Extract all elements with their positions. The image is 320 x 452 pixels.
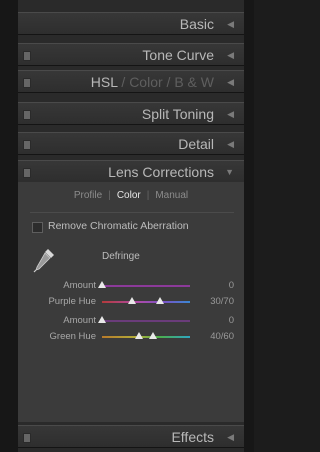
hsl-tab[interactable]: HSL: [91, 74, 118, 90]
triangle-left-icon: ◀: [227, 50, 234, 60]
bw-tab[interactable]: B & W: [174, 74, 214, 90]
panel-header-basic[interactable]: Basic ◀: [18, 12, 244, 35]
separator: /: [117, 74, 130, 90]
right-frame: [244, 0, 254, 452]
panel-title-tone-curve: Tone Curve: [142, 47, 214, 63]
tab-manual[interactable]: Manual: [149, 190, 194, 201]
panel-title-split-toning: Split Toning: [141, 106, 214, 122]
slider-knob[interactable]: [149, 332, 158, 339]
left-frame: [0, 0, 18, 452]
defringe-label: Defringe: [102, 251, 140, 262]
slider-row-green-amount: Amount 0: [18, 315, 244, 327]
triangle-left-icon: ◀: [227, 139, 234, 149]
divider: [30, 212, 234, 213]
panel-header-lens-corrections[interactable]: Lens Corrections ▼: [18, 160, 244, 183]
slider-value[interactable]: 40/60: [210, 331, 234, 342]
triangle-left-icon: ◀: [227, 19, 234, 29]
slider-label: Green Hue: [49, 331, 96, 342]
slider-value[interactable]: 30/70: [210, 296, 234, 307]
panel-title-effects: Effects: [171, 429, 214, 445]
green-hue-slider[interactable]: [102, 332, 190, 339]
triangle-down-icon: ▼: [225, 167, 234, 177]
lens-tabs: Profile | Color | Manual: [18, 190, 244, 208]
panel-switch-icon[interactable]: [23, 168, 31, 178]
slider-knob[interactable]: [156, 297, 165, 304]
purple-amount-slider[interactable]: [98, 281, 190, 288]
panel-header-hsl[interactable]: HSL / Color / B & W ◀: [18, 70, 244, 93]
lens-corrections-content: Profile | Color | Manual Remove Chromatic Ab…: [18, 182, 244, 422]
purple-hue-slider[interactable]: [102, 297, 190, 304]
triangle-left-icon: ◀: [227, 77, 234, 87]
panel-switch-icon[interactable]: [23, 51, 31, 61]
tab-profile[interactable]: Profile: [68, 190, 108, 201]
slider-value[interactable]: 0: [229, 280, 234, 291]
tab-color[interactable]: Color: [111, 190, 147, 201]
slider-label: Purple Hue: [48, 296, 96, 307]
panel-title-basic: Basic: [179, 16, 214, 32]
slider-knob[interactable]: [134, 332, 143, 339]
panel-header-effects[interactable]: Effects ◀: [18, 425, 244, 448]
triangle-left-icon: ◀: [227, 432, 234, 442]
panel-switch-icon[interactable]: [23, 433, 31, 443]
panel-switch-icon[interactable]: [23, 140, 31, 150]
slider-row-purple-amount: Amount 0: [18, 280, 244, 292]
eyedropper-icon[interactable]: [32, 246, 58, 274]
slider-knob[interactable]: [98, 316, 106, 323]
slider-knob[interactable]: [98, 281, 106, 288]
slider-label: Amount: [63, 280, 96, 291]
slider-row-green-hue: Green Hue 40/60: [18, 331, 244, 343]
separator: /: [162, 74, 175, 90]
slider-knob[interactable]: [127, 297, 136, 304]
panel-header-detail[interactable]: Detail ◀: [18, 132, 244, 155]
panel-title-lens-corrections: Lens Corrections: [108, 164, 214, 180]
color-tab[interactable]: Color: [129, 74, 162, 90]
panel-switch-icon[interactable]: [23, 78, 31, 88]
panel-title-detail: Detail: [178, 136, 214, 152]
panel-title-hsl-group: HSL / Color / B & W: [91, 74, 214, 90]
slider-value[interactable]: 0: [229, 315, 234, 326]
panel-switch-icon[interactable]: [23, 110, 31, 120]
slider-row-purple-hue: Purple Hue 30/70: [18, 296, 244, 308]
green-amount-slider[interactable]: [98, 316, 190, 323]
panel-header-split-toning[interactable]: Split Toning ◀: [18, 102, 244, 125]
triangle-left-icon: ◀: [227, 109, 234, 119]
slider-label: Amount: [63, 315, 96, 326]
remove-chromatic-aberration-label: Remove Chromatic Aberration: [48, 220, 189, 232]
remove-chromatic-aberration-checkbox[interactable]: [32, 222, 43, 233]
panel-header-tone-curve[interactable]: Tone Curve ◀: [18, 43, 244, 66]
